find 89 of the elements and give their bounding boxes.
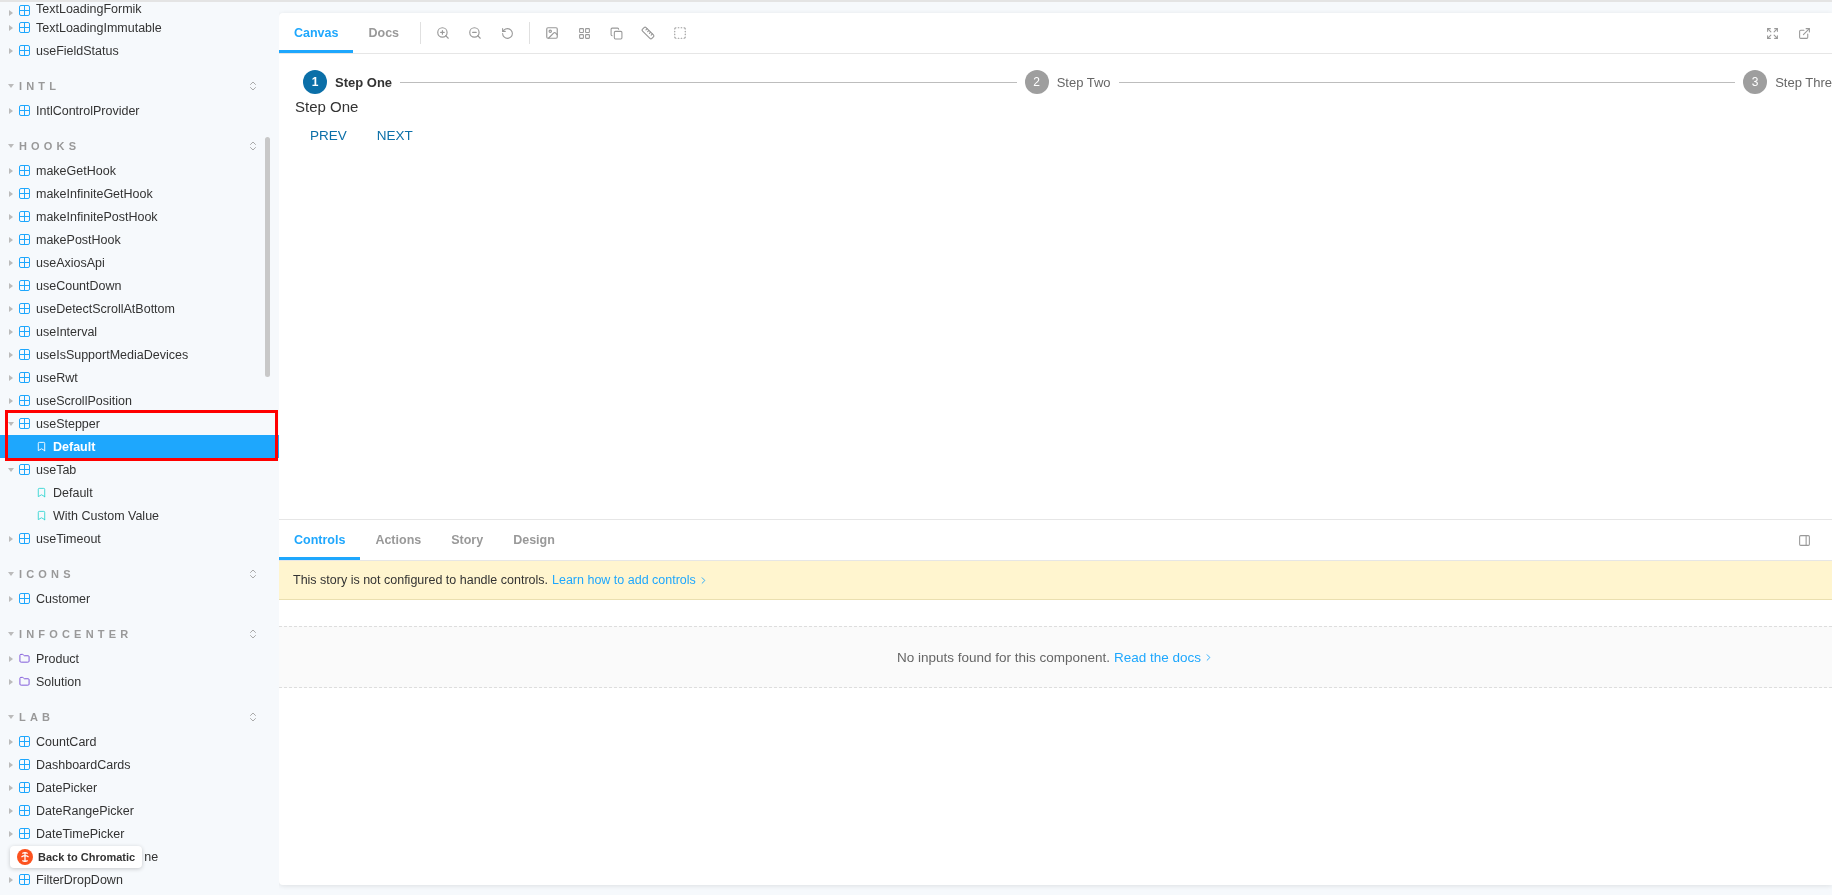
- tree-item[interactable]: TextLoadingFormik: [0, 2, 279, 16]
- section-title: INTL: [19, 80, 62, 92]
- tree-item[interactable]: useStepper: [0, 412, 279, 435]
- tree-item[interactable]: IntlControlProvider: [0, 99, 279, 122]
- component-icon: [19, 349, 30, 360]
- component-icon: [19, 211, 30, 222]
- step-label: Step Thre: [1775, 74, 1832, 90]
- tree-item[interactable]: Customer: [0, 587, 279, 610]
- step-number: 2: [1024, 70, 1049, 94]
- bookmark-icon: [36, 510, 47, 521]
- tree-item[interactable]: useScrollPosition: [0, 389, 279, 412]
- tree-item[interactable]: Product: [0, 647, 279, 670]
- section-title: LAB: [19, 711, 56, 723]
- tree-item[interactable]: useTimeout: [0, 527, 279, 550]
- tree-item[interactable]: useFieldStatus: [0, 39, 279, 62]
- collapse-icon[interactable]: [247, 711, 259, 723]
- component-icon: [19, 593, 30, 604]
- step-number: 3: [1743, 70, 1768, 94]
- folder-icon: [19, 653, 30, 664]
- component-icon: [19, 418, 30, 429]
- component-icon: [19, 828, 30, 839]
- caret-icon: [8, 83, 14, 89]
- story-item[interactable]: With Custom Value: [0, 504, 279, 527]
- empty-text: No inputs found for this component.: [896, 649, 1111, 665]
- tree-item[interactable]: ne: [142, 845, 159, 868]
- tree-item[interactable]: useIsSupportMediaDevices: [0, 343, 279, 366]
- tree-item[interactable]: useInterval: [0, 320, 279, 343]
- component-icon: [19, 533, 30, 544]
- component-icon: [19, 45, 30, 56]
- component-icon: [19, 874, 30, 885]
- folder-icon: [19, 676, 30, 687]
- component-icon: [19, 22, 30, 33]
- caret-icon: [8, 571, 14, 577]
- tree-item[interactable]: makeGetHook: [0, 159, 279, 182]
- scrollbar[interactable]: [265, 137, 270, 377]
- tree-item[interactable]: useTab: [0, 458, 279, 481]
- component-icon: [19, 736, 30, 747]
- collapse-icon[interactable]: [247, 628, 259, 640]
- component-icon: [19, 464, 30, 475]
- tree-item[interactable]: useCountDown: [0, 274, 279, 297]
- component-icon: [19, 303, 30, 314]
- tree-item[interactable]: makeInfiniteGetHook: [0, 182, 279, 205]
- tree-item[interactable]: DateTimePicker: [0, 822, 279, 845]
- collapse-icon[interactable]: [247, 80, 259, 92]
- component-icon: [19, 805, 30, 816]
- chromatic-logo-icon: [17, 848, 33, 865]
- tree-item[interactable]: DateRangePicker: [0, 799, 279, 822]
- tree-item[interactable]: FilterDropDown: [0, 868, 279, 891]
- tree-item[interactable]: useRwt: [0, 366, 279, 389]
- component-icon: [19, 188, 30, 199]
- step-number: 1: [303, 70, 327, 94]
- caret-icon: [8, 143, 14, 149]
- step-button[interactable]: PREV: [295, 121, 362, 150]
- component-icon: [19, 326, 30, 337]
- bookmark-icon: [36, 441, 47, 452]
- tree-item[interactable]: DashboardCards: [0, 753, 279, 776]
- section-title: INFOCENTER: [19, 628, 134, 640]
- tree-item[interactable]: CountCard: [0, 730, 279, 753]
- tree-item[interactable]: useDetectScrollAtBottom: [0, 297, 279, 320]
- story-item[interactable]: Default: [0, 481, 279, 504]
- bookmark-icon: [36, 487, 47, 498]
- component-icon: [19, 5, 30, 16]
- tree-item[interactable]: makeInfinitePostHook: [0, 205, 279, 228]
- tree-item[interactable]: DatePicker: [0, 776, 279, 799]
- step-label: Step Two: [1056, 74, 1111, 90]
- component-icon: [19, 234, 30, 245]
- step-content: Step One: [295, 98, 360, 115]
- component-icon: [19, 165, 30, 176]
- component-icon: [19, 257, 30, 268]
- step-label: Step One: [335, 74, 393, 90]
- tree-item[interactable]: TextLoadingImmutable: [0, 16, 279, 39]
- collapse-icon[interactable]: [247, 140, 259, 152]
- component-icon: [19, 280, 30, 291]
- caret-icon: [8, 631, 14, 637]
- caret-icon: [8, 714, 14, 720]
- tree-item[interactable]: makePostHook: [0, 228, 279, 251]
- section-title: ICONS: [19, 568, 76, 580]
- tree-item[interactable]: Solution: [0, 670, 279, 693]
- tree-item[interactable]: useAxiosApi: [0, 251, 279, 274]
- component-icon: [19, 105, 30, 116]
- banner-text: This story is not configured to handle controls.: [293, 573, 548, 587]
- component-icon: [19, 372, 30, 383]
- component-icon: [19, 759, 30, 770]
- section-title: HOOKS: [19, 140, 82, 152]
- component-icon: [19, 395, 30, 406]
- step-button[interactable]: NEXT: [361, 121, 428, 150]
- component-icon: [19, 782, 30, 793]
- back-to-chromatic-button[interactable]: Back to Chromatic: [10, 845, 143, 868]
- collapse-icon[interactable]: [247, 568, 259, 580]
